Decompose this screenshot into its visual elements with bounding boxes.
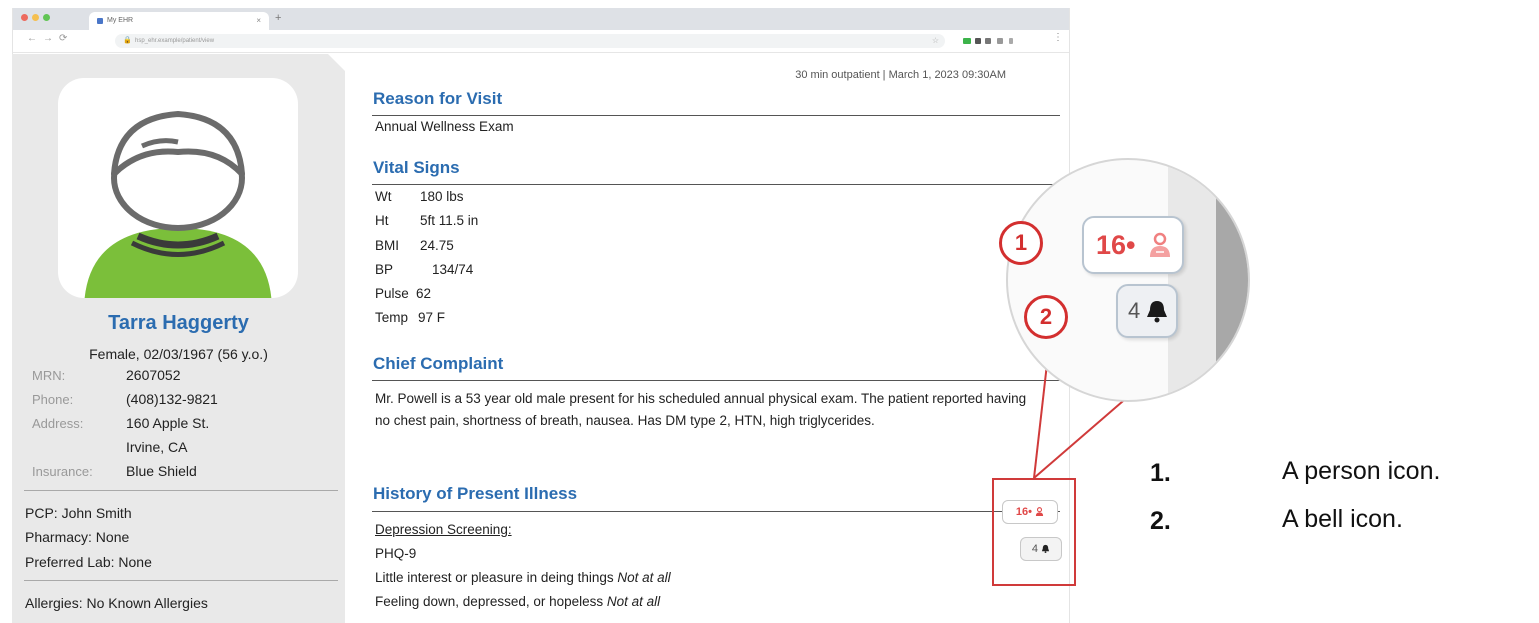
legend-number: 2.	[1150, 507, 1171, 535]
zoom-person-badge: 16•	[1082, 216, 1184, 274]
callout-marker-1: 1	[999, 221, 1043, 265]
legend-text: A person icon.	[1282, 457, 1441, 485]
zoom-bell-badge: 4	[1116, 284, 1178, 338]
bell-icon	[1147, 301, 1167, 323]
zoom-bell-count: 4	[1128, 298, 1141, 323]
zoom-callout: 16• 4	[1006, 158, 1250, 402]
callout-marker-2: 2	[1024, 295, 1068, 339]
legend-number: 1.	[1150, 459, 1171, 487]
legend-text: A bell icon.	[1282, 505, 1403, 533]
zoom-person-count: 16•	[1096, 230, 1136, 260]
zoom-background	[1216, 160, 1248, 400]
person-icon	[1150, 232, 1170, 257]
